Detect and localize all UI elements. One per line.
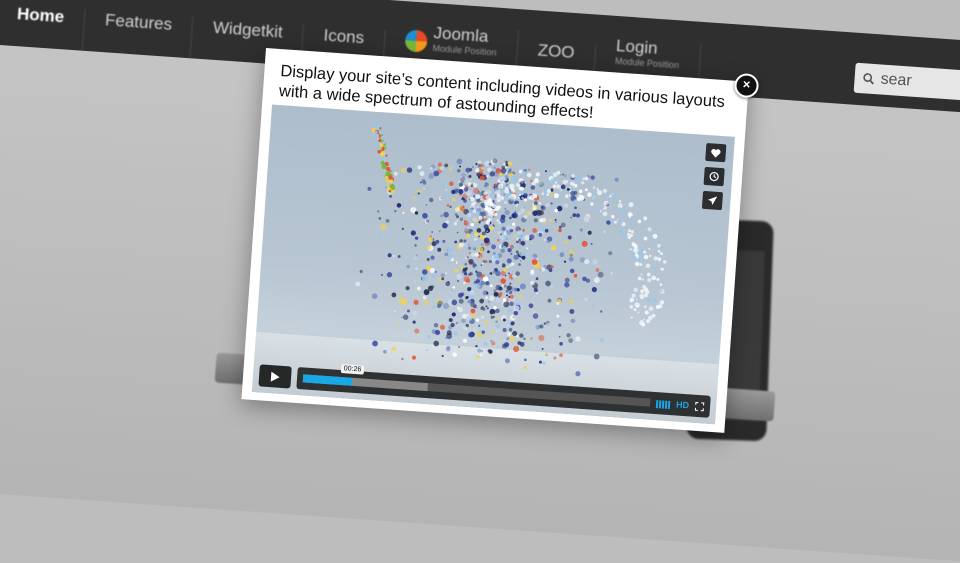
- time-tooltip: 00:26: [340, 364, 365, 375]
- watch-later-button[interactable]: [703, 166, 725, 187]
- nav-item-joomla-sub: Module Position: [432, 43, 497, 58]
- lightbox-modal: Display your site’s content including vi…: [241, 48, 760, 433]
- fullscreen-icon[interactable]: [694, 401, 705, 411]
- heart-icon: [711, 148, 721, 158]
- background-search-text: sear: [880, 70, 913, 90]
- nav-item-features: Features: [82, 8, 194, 59]
- hd-button[interactable]: HD: [676, 399, 690, 410]
- volume-icon[interactable]: [655, 399, 671, 409]
- close-icon: ×: [742, 76, 751, 92]
- clock-icon: [709, 171, 719, 182]
- share-button[interactable]: [701, 190, 724, 211]
- nav-item-home: Home: [0, 2, 86, 51]
- video-player[interactable]: 00:26 HD: [251, 104, 735, 425]
- search-icon: [863, 73, 874, 85]
- nav-item-joomla-label: Joomla: [433, 23, 490, 46]
- play-button[interactable]: [258, 364, 292, 389]
- send-icon: [707, 196, 718, 206]
- background-search: sear: [853, 62, 960, 102]
- progress-played: [302, 374, 352, 386]
- nav-item-login-label: Login: [615, 35, 659, 58]
- play-icon: [270, 371, 280, 382]
- joomla-logo-icon: [404, 29, 428, 53]
- like-button[interactable]: [705, 142, 727, 163]
- nav-item-login-sub: Module Position: [614, 55, 680, 71]
